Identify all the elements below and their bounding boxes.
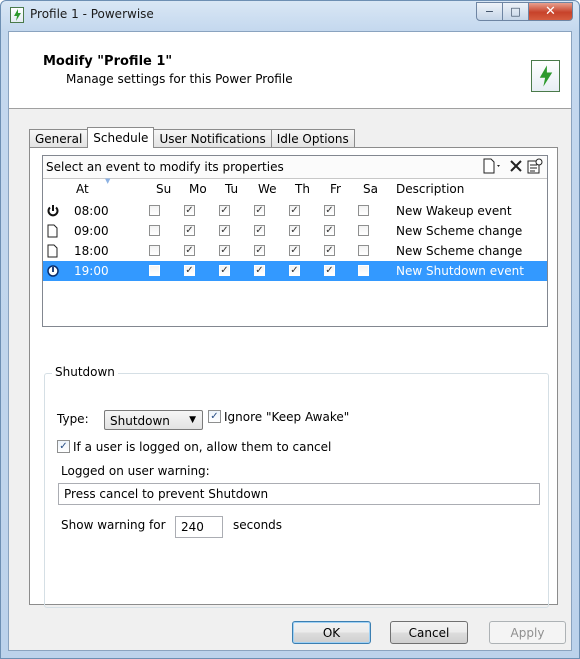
maximize-button[interactable]: □ — [503, 2, 529, 21]
day-checkbox-mo[interactable]: ✓ — [184, 225, 195, 236]
column-description[interactable]: Description — [396, 182, 464, 196]
allow-cancel-checkbox[interactable]: ✓ — [57, 440, 70, 453]
day-checkbox-tu[interactable]: ✓ — [219, 205, 230, 216]
day-checkbox-su[interactable] — [149, 245, 160, 256]
event-description: New Scheme change — [396, 244, 523, 258]
day-checkbox-th[interactable]: ✓ — [289, 205, 300, 216]
day-checkbox-th[interactable]: ✓ — [289, 265, 300, 276]
day-checkbox-sa[interactable] — [358, 225, 369, 236]
column-header-row: At ▼ Su Mo Tu We Th Fr Sa Description — [43, 177, 547, 199]
ok-button[interactable]: OK — [292, 621, 371, 644]
day-checkbox-we[interactable]: ✓ — [254, 205, 265, 216]
delete-icon[interactable] — [509, 158, 523, 177]
seconds-label: seconds — [233, 518, 283, 532]
day-checkbox-sa[interactable] — [358, 265, 369, 276]
day-checkbox-mo[interactable]: ✓ — [184, 205, 195, 216]
event-time: 09:00 — [74, 224, 109, 238]
event-row[interactable]: 09:00 ✓ ✓ ✓ ✓ ✓ New Scheme change — [43, 221, 547, 241]
ignore-keep-awake-checkbox[interactable]: ✓ — [208, 410, 221, 423]
schedule-panel: Select an event to modify its properties… — [29, 147, 558, 608]
day-checkbox-tu[interactable]: ✓ — [219, 245, 230, 256]
day-checkbox-we[interactable]: ✓ — [254, 245, 265, 256]
day-checkbox-fr[interactable]: ✓ — [324, 205, 335, 216]
show-warning-label: Show warning for — [61, 518, 166, 532]
shutdown-legend: Shutdown — [52, 365, 118, 379]
day-checkbox-sa[interactable] — [358, 205, 369, 216]
tab-schedule[interactable]: Schedule — [87, 127, 155, 148]
column-su[interactable]: Su — [156, 182, 171, 196]
powerwise-window: Profile 1 - Powerwise − □ ✕ Modify "Prof… — [0, 0, 580, 659]
warning-seconds-input[interactable]: 240 — [175, 516, 223, 538]
column-at[interactable]: At — [76, 182, 89, 196]
title-bar[interactable]: Profile 1 - Powerwise − □ ✕ — [1, 1, 579, 31]
warning-label: Logged on user warning: — [61, 464, 210, 478]
day-checkbox-tu[interactable]: ✓ — [219, 225, 230, 236]
event-row[interactable]: 08:00 ✓ ✓ ✓ ✓ ✓ New Wakeup event — [43, 201, 547, 221]
day-checkbox-fr[interactable]: ✓ — [324, 225, 335, 236]
allow-cancel-label[interactable]: If a user is logged on, allow them to ca… — [73, 440, 331, 454]
properties-icon[interactable] — [527, 158, 543, 177]
day-checkbox-we[interactable]: ✓ — [254, 265, 265, 276]
day-checkbox-mo[interactable]: ✓ — [184, 245, 195, 256]
event-row[interactable]: 18:00 ✓ ✓ ✓ ✓ ✓ New Scheme change — [43, 241, 547, 261]
new-document-icon[interactable] — [483, 158, 503, 177]
event-row[interactable]: 19:00 ✓ ✓ ✓ ✓ ✓ New Shutdown event — [43, 261, 547, 281]
event-time: 08:00 — [74, 204, 109, 218]
close-button[interactable]: ✕ — [529, 2, 573, 21]
day-checkbox-th[interactable]: ✓ — [289, 245, 300, 256]
day-checkbox-su[interactable] — [149, 265, 160, 276]
sort-indicator-icon: ▼ — [105, 177, 111, 185]
schedule-header: Select an event to modify its properties — [43, 156, 547, 179]
type-label: Type: — [57, 412, 89, 426]
document-icon — [47, 244, 59, 258]
column-mo[interactable]: Mo — [189, 182, 207, 196]
day-checkbox-su[interactable] — [149, 205, 160, 216]
chevron-down-icon: ▼ — [189, 415, 196, 425]
column-sa[interactable]: Sa — [363, 182, 378, 196]
day-checkbox-we[interactable]: ✓ — [254, 225, 265, 236]
event-description: New Shutdown event — [396, 264, 524, 278]
event-description: New Wakeup event — [396, 204, 512, 218]
apply-button[interactable]: Apply — [489, 621, 566, 644]
cancel-button[interactable]: Cancel — [390, 621, 468, 644]
dialog-header: Modify "Profile 1" Manage settings for t… — [9, 32, 571, 109]
schedule-prompt: Select an event to modify its properties — [46, 160, 284, 174]
column-tu[interactable]: Tu — [225, 182, 238, 196]
day-checkbox-mo[interactable]: ✓ — [184, 265, 195, 276]
minimize-button[interactable]: − — [476, 2, 503, 21]
event-time: 19:00 — [74, 264, 109, 278]
header-title: Modify "Profile 1" — [43, 54, 173, 69]
window-title: Profile 1 - Powerwise — [30, 7, 154, 21]
dialog-client: Modify "Profile 1" Manage settings for t… — [8, 31, 572, 651]
event-description: New Scheme change — [396, 224, 523, 238]
day-checkbox-tu[interactable]: ✓ — [219, 265, 230, 276]
warning-message-input[interactable]: Press cancel to prevent Shutdown — [58, 483, 540, 505]
tab-user-notifications[interactable]: User Notifications — [153, 129, 272, 147]
powerwise-logo-icon — [531, 60, 560, 92]
day-checkbox-sa[interactable] — [358, 245, 369, 256]
tab-general[interactable]: General — [29, 129, 89, 147]
type-select-value: Shutdown — [110, 414, 170, 428]
header-subtitle: Manage settings for this Power Profile — [66, 72, 293, 86]
power-icon — [47, 204, 59, 218]
tab-strip: General Schedule User Notifications Idle… — [29, 127, 355, 148]
document-icon — [47, 224, 59, 238]
type-select[interactable]: Shutdown ▼ — [104, 410, 203, 430]
day-checkbox-su[interactable] — [149, 225, 160, 236]
schedule-list[interactable]: Select an event to modify its properties… — [42, 155, 548, 327]
day-checkbox-th[interactable]: ✓ — [289, 225, 300, 236]
tab-idle-options[interactable]: Idle Options — [270, 129, 355, 147]
shutdown-icon — [47, 264, 59, 278]
column-th[interactable]: Th — [295, 182, 310, 196]
day-checkbox-fr[interactable]: ✓ — [324, 245, 335, 256]
window-controls: − □ ✕ — [476, 2, 573, 21]
day-checkbox-fr[interactable]: ✓ — [324, 265, 335, 276]
column-we[interactable]: We — [258, 182, 277, 196]
powerwise-app-icon — [10, 7, 24, 23]
ignore-keep-awake-label[interactable]: Ignore "Keep Awake" — [224, 410, 349, 424]
column-fr[interactable]: Fr — [330, 182, 341, 196]
event-time: 18:00 — [74, 244, 109, 258]
